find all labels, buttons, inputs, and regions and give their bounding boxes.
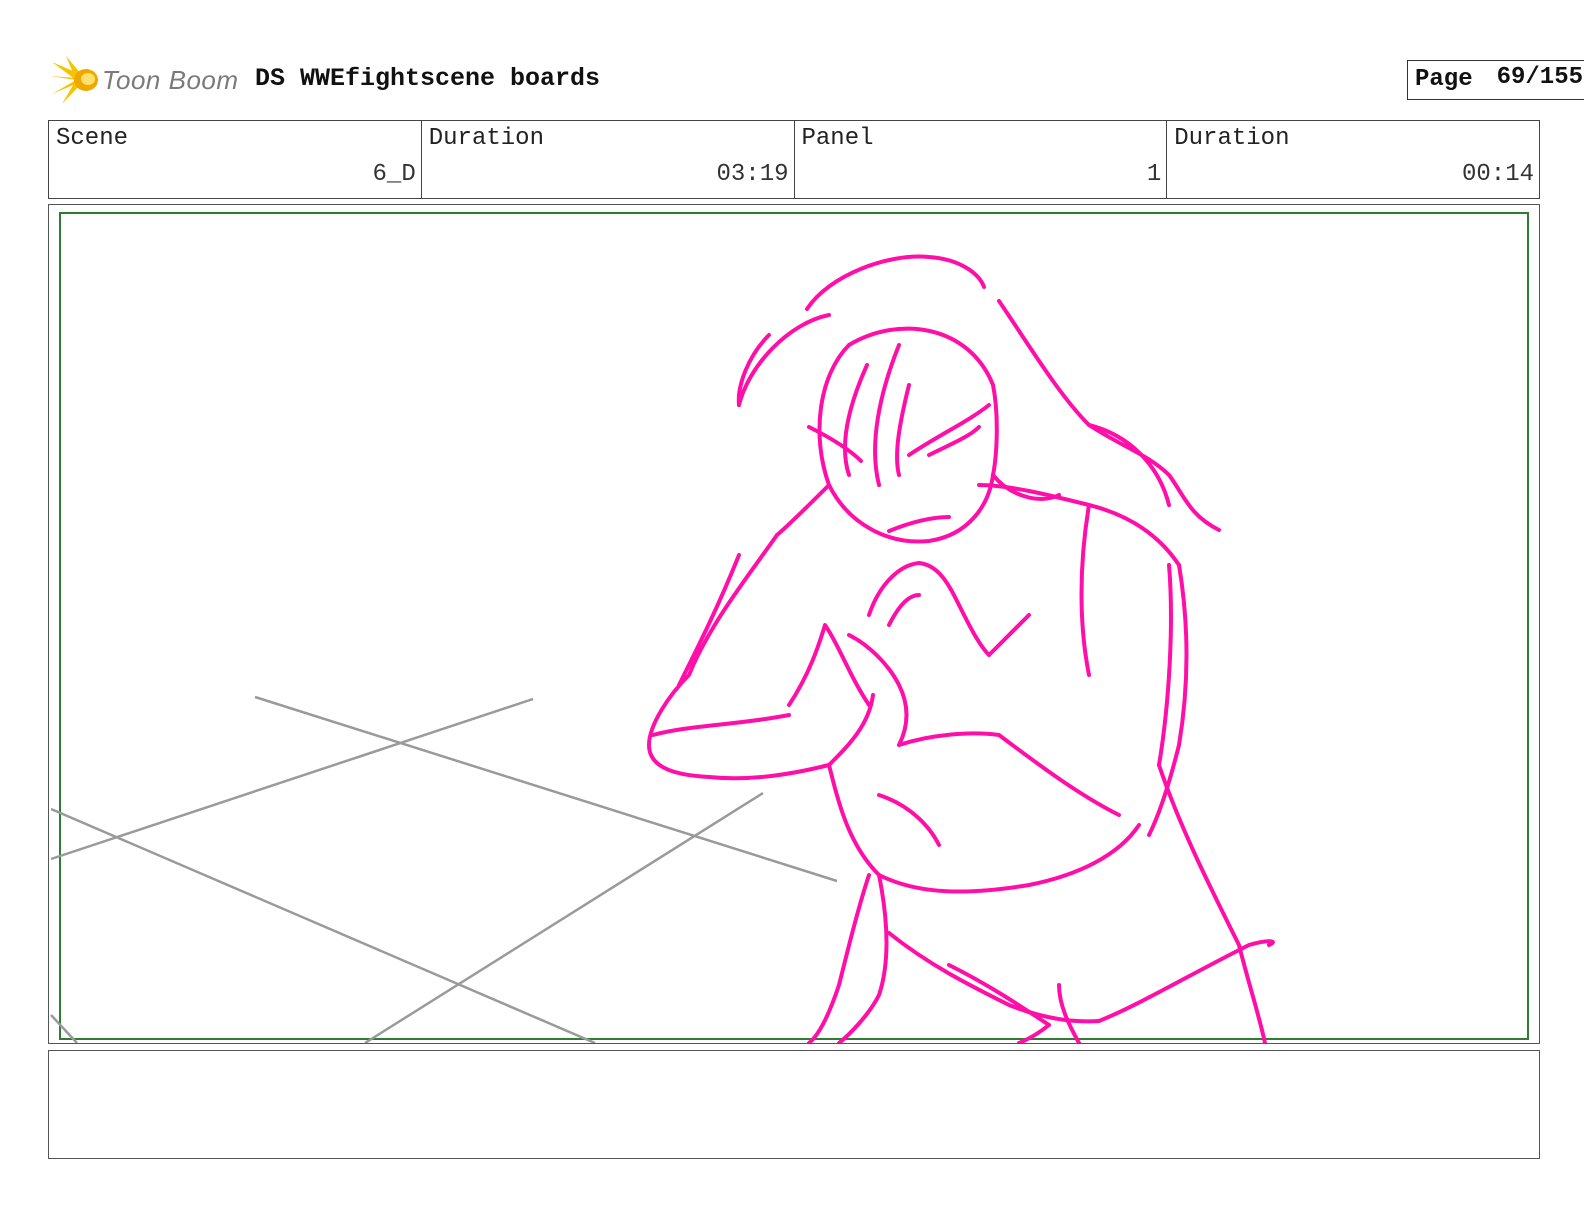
storyboard-panel: [48, 204, 1540, 1044]
page-counter: Page 69/155: [1407, 60, 1584, 100]
panel-label: Panel: [801, 125, 874, 152]
panel-duration-value: 00:14: [1461, 161, 1534, 188]
scene-value: 6_D: [372, 161, 416, 188]
character-sketch: [647, 254, 1275, 1043]
scene-duration-label: Duration: [428, 125, 544, 152]
logo-text: Toon Boom: [102, 65, 239, 95]
page-value: 69/155: [1496, 64, 1583, 91]
panel-cell: Panel 1: [795, 121, 1168, 198]
panel-duration-label: Duration: [1174, 125, 1290, 152]
floor-grid-lines: [50, 695, 838, 1043]
scene-duration-cell: Duration 03:19: [422, 121, 795, 198]
safe-frame: [59, 212, 1529, 1040]
panel-info-table: Scene 6_D Duration 03:19 Panel 1 Duratio…: [48, 120, 1540, 199]
scene-cell: Scene 6_D: [49, 121, 422, 198]
document-title: DS WWEfightscene boards: [255, 64, 601, 93]
page-label: Page: [1415, 66, 1473, 93]
panel-drawing: [50, 212, 1529, 1043]
panel-duration-cell: Duration 00:14: [1167, 121, 1539, 198]
toon-boom-logo: Toon Boom: [50, 54, 240, 106]
scene-duration-value: 03:19: [716, 161, 789, 188]
panel-value: 1: [1146, 161, 1162, 188]
page-header: Toon Boom DS WWEfightscene boards Page 6…: [50, 54, 1584, 106]
starburst-icon: [50, 56, 98, 104]
scene-label: Scene: [56, 125, 129, 152]
panel-notes-box: [48, 1050, 1540, 1159]
